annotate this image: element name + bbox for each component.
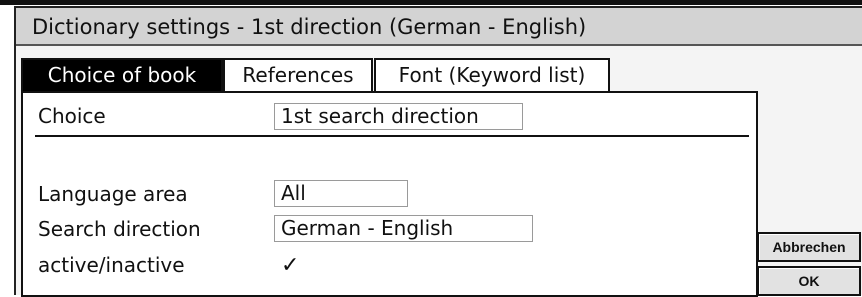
tab-panel: Choice 1st search direction Language are… bbox=[21, 91, 758, 297]
cancel-button[interactable]: Abbrechen bbox=[757, 232, 861, 262]
search-direction-field[interactable]: German - English bbox=[274, 215, 533, 242]
language-area-field[interactable]: All bbox=[274, 180, 408, 207]
title-bar: Dictionary settings - 1st direction (Ger… bbox=[16, 8, 862, 46]
tab-font-keyword-list[interactable]: Font (Keyword list) bbox=[374, 58, 610, 91]
active-checkbox[interactable]: ✓ bbox=[281, 254, 299, 278]
choice-field[interactable]: 1st search direction bbox=[274, 103, 523, 130]
language-area-label: Language area bbox=[38, 182, 188, 206]
dialog-title: Dictionary settings - 1st direction (Ger… bbox=[32, 15, 587, 39]
search-direction-label: Search direction bbox=[38, 217, 201, 241]
top-border-strip bbox=[0, 0, 862, 5]
choice-label: Choice bbox=[38, 104, 106, 128]
tab-references[interactable]: References bbox=[223, 58, 373, 91]
divider bbox=[35, 135, 749, 137]
active-inactive-label: active/inactive bbox=[38, 253, 185, 277]
dictionary-settings-dialog: Dictionary settings - 1st direction (Ger… bbox=[14, 6, 862, 297]
tab-choice-of-book[interactable]: Choice of book bbox=[21, 58, 223, 91]
ok-button[interactable]: OK bbox=[757, 266, 861, 296]
